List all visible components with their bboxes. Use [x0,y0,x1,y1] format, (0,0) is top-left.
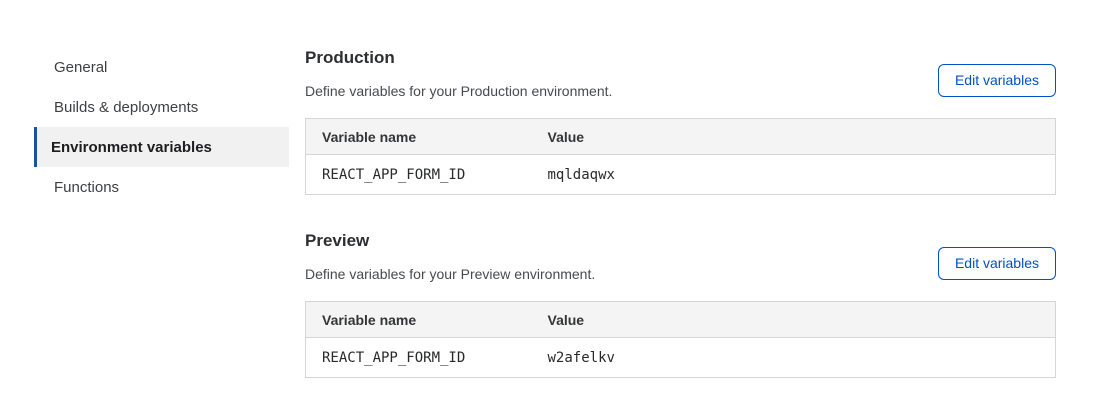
value-column-header: Value [532,119,1056,155]
value-column-header: Value [532,302,1056,338]
table-row: REACT_APP_FORM_ID w2afelkv [306,338,1056,378]
settings-page: General Builds & deployments Environment… [0,0,1100,420]
variable-name-cell: REACT_APP_FORM_ID [306,155,532,195]
settings-sidebar: General Builds & deployments Environment… [34,47,289,207]
production-edit-variables-button[interactable]: Edit variables [938,64,1056,97]
sidebar-item-general[interactable]: General [34,47,289,87]
preview-edit-variables-button[interactable]: Edit variables [938,247,1056,280]
table-row: REACT_APP_FORM_ID mqldaqwx [306,155,1056,195]
table-header-row: Variable name Value [306,302,1056,338]
production-variables-table: Variable name Value REACT_APP_FORM_ID mq… [305,118,1056,195]
sidebar-item-functions[interactable]: Functions [34,167,289,207]
sidebar-item-builds-deployments[interactable]: Builds & deployments [34,87,289,127]
variable-name-cell: REACT_APP_FORM_ID [306,338,532,378]
preview-variables-table: Variable name Value REACT_APP_FORM_ID w2… [305,301,1056,378]
variable-value-cell: mqldaqwx [532,155,1056,195]
production-section: Production Define variables for your Pro… [305,48,1056,195]
variable-value-cell: w2afelkv [532,338,1056,378]
table-header-row: Variable name Value [306,119,1056,155]
variable-name-column-header: Variable name [306,119,532,155]
preview-section: Preview Define variables for your Previe… [305,231,1056,378]
sidebar-item-environment-variables[interactable]: Environment variables [34,127,289,167]
environment-variables-panel: Production Define variables for your Pro… [305,48,1056,378]
variable-name-column-header: Variable name [306,302,532,338]
